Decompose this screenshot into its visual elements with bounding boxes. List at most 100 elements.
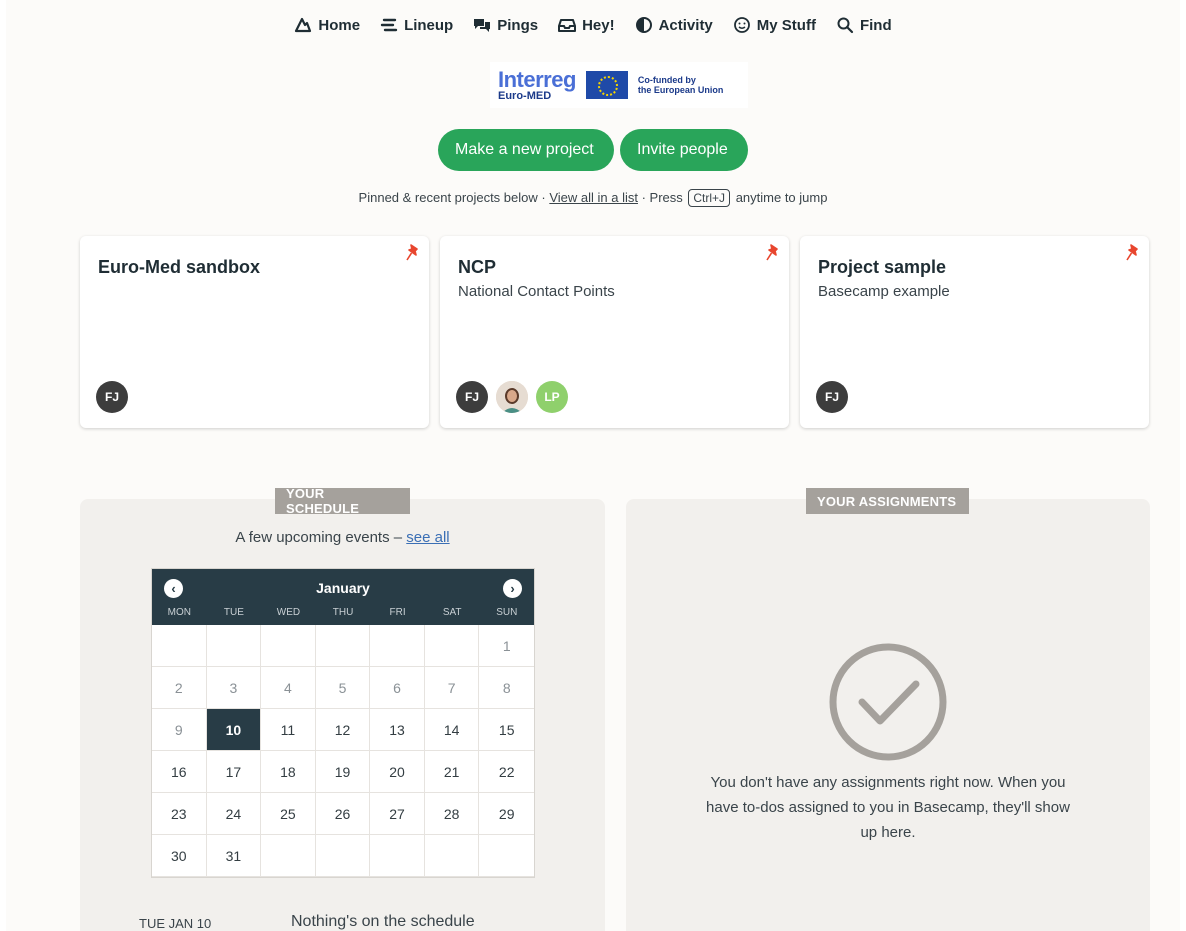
weekday-label: SAT [442,607,462,618]
calendar-empty-cell [152,625,207,667]
nav-pings[interactable]: Pings [473,12,538,38]
avatar[interactable]: FJ [456,381,488,413]
calendar-day[interactable]: 24 [206,793,262,835]
nav-activity-label: Activity [658,16,713,34]
schedule-subtitle-text: A few upcoming events – [235,529,403,546]
calendar-day[interactable]: 31 [206,835,262,877]
chevron-right-icon[interactable]: › [503,579,522,598]
assignments-empty-message: You don't have any assignments right now… [706,774,1070,841]
project-title: Euro-Med sandbox [98,257,261,277]
calendar-day[interactable]: 7 [424,667,480,709]
calendar-day[interactable]: 28 [424,793,480,835]
view-all-list-link[interactable]: View all in a list [549,190,638,205]
calendar-month: January [316,580,370,596]
nav-my-stuff-label: My Stuff [756,16,816,34]
see-all-link[interactable]: see all [406,529,449,546]
calendar-day[interactable]: 27 [370,793,425,835]
nav-my-stuff[interactable]: My Stuff [733,12,816,38]
calendar-day[interactable]: 6 [370,667,425,709]
calendar-day[interactable]: 4 [261,667,316,709]
invite-people-button[interactable]: Invite people [620,129,748,171]
pin-icon[interactable] [765,244,781,262]
calendar-empty-cell [315,835,371,877]
interreg-wordmark: Interreg Euro-MED [498,66,576,102]
search-icon [837,17,854,34]
project-card[interactable]: NCP National Contact Points FJ LP [440,236,789,428]
calendar-day[interactable]: 1 [479,625,534,667]
avatar-photo[interactable] [496,381,528,413]
nav-home[interactable]: Home [294,12,360,38]
calendar-day[interactable]: 15 [479,709,534,751]
calendar-empty-cell [206,625,262,667]
weekday-label: FRI [389,607,406,618]
project-title: Project sample [818,257,947,277]
chat-bubbles-icon [474,19,491,32]
nav-hey[interactable]: Hey! [558,12,615,38]
nav-home-label: Home [318,16,361,34]
logo-name: Interreg [498,66,576,92]
nav-lineup-label: Lineup [404,16,454,34]
calendar-day[interactable]: 19 [315,751,371,793]
nav-hey-label: Hey! [582,16,615,34]
calendar-empty-cell [370,835,425,877]
weekday-label: MON [167,607,191,618]
nav-pings-label: Pings [497,16,539,34]
weekday-label: TUE [223,607,244,618]
calendar-day[interactable]: 18 [261,751,316,793]
calendar-day[interactable]: 8 [479,667,534,709]
inbox-icon [558,19,577,32]
avatar[interactable]: FJ [816,381,848,413]
pin-icon[interactable] [405,244,421,262]
nav-activity[interactable]: Activity [635,12,713,38]
calendar-grid: 1 2 3 4 5 6 7 8 9 10 11 12 13 14 15 16 17 18 19 20 21 22 23 24 2… [152,625,534,877]
calendar-day[interactable]: 11 [261,709,316,751]
calendar-header: ‹ January › MON TUE WED THU FRI SAT SUN [152,569,534,625]
calendar-day[interactable]: 26 [315,793,371,835]
calendar-day[interactable]: 13 [370,709,425,751]
calendar-day[interactable]: 14 [424,709,480,751]
calendar-weekdays: MON TUE WED THU FRI SAT SUN [152,607,534,618]
schedule-tag: YOUR SCHEDULE [275,486,410,516]
calendar-day[interactable]: 17 [206,751,262,793]
calendar-day[interactable]: 2 [152,667,207,709]
schedule-empty-message: Nothing's on the schedule [291,913,475,930]
calendar-empty-cell [261,625,316,667]
account-logo: Interreg Euro-MED Co-funded by the Europ… [490,62,748,108]
weekday-label: WED [276,607,301,618]
calendar-empty-cell [424,835,480,877]
avatar[interactable]: FJ [96,381,128,413]
pin-icon[interactable] [1125,244,1141,262]
calendar-day[interactable]: 5 [315,667,371,709]
logo-cofund-line2: the European Union [637,85,724,95]
logo-cofund-text: Co-funded by the European Union [638,75,724,96]
eu-flag-icon [585,71,628,99]
logo-cofund-line1: Co-funded by [637,74,696,85]
calendar-day[interactable]: 3 [206,667,262,709]
calendar-day[interactable]: 25 [261,793,316,835]
project-description: National Contact Points [458,283,615,300]
calendar-day[interactable]: 22 [479,751,534,793]
calendar-day[interactable]: 23 [152,793,207,835]
calendar-day[interactable]: 30 [152,835,207,877]
basecamp-mountain-icon [295,17,312,33]
calendar-day[interactable]: 9 [152,709,207,751]
calendar-day[interactable]: 20 [370,751,425,793]
projects-hint: Pinned & recent projects below · View al… [6,189,1180,207]
nav-lineup[interactable]: Lineup [380,12,453,38]
project-card[interactable]: Project sample Basecamp example FJ [800,236,1149,428]
hint-prefix: Pinned & recent projects below · [358,190,546,205]
hint-middle: · Press [641,190,683,205]
avatar[interactable]: LP [536,381,568,413]
calendar-day[interactable]: 16 [152,751,207,793]
make-new-project-button[interactable]: Make a new project [438,129,614,171]
calendar-day[interactable]: 29 [479,793,534,835]
project-card[interactable]: Euro-Med sandbox FJ [80,236,429,428]
project-title: NCP [458,257,497,277]
person-photo-icon [496,381,528,413]
calendar-day-today[interactable]: 10 [206,709,262,751]
calendar-day[interactable]: 21 [424,751,480,793]
calendar-empty-cell [370,625,425,667]
calendar-day[interactable]: 12 [315,709,371,751]
calendar-empty-cell [479,835,534,877]
nav-find[interactable]: Find [836,12,892,38]
